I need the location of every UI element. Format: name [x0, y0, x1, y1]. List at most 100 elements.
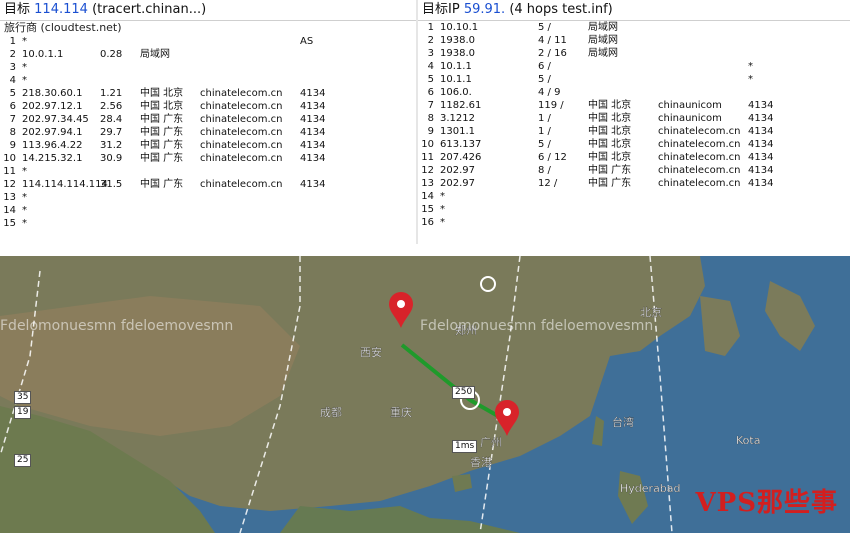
hop-latency: 28.4 — [100, 114, 123, 125]
target-ip-link[interactable]: 59.91. — [464, 2, 505, 17]
traceroute-panel-left: 目标 114.114 (tracert.chinan...) 旅行商 (clou… — [0, 0, 416, 244]
hop-latency: 119 / — [538, 100, 564, 111]
hop-asn: * — [748, 61, 753, 72]
hop-location: 中国 北京 — [140, 88, 184, 99]
hop-number: 7 — [427, 100, 434, 111]
hop-latency: 4 / 11 — [538, 35, 567, 46]
hop-row[interactable]: 9 1301.1 1 / 中国 北京 chinatelecom.cn 4134 — [418, 125, 850, 138]
hop-asn: 4134 — [748, 139, 774, 150]
hop-ip: 202.97.12.1 — [22, 101, 83, 112]
hop-latency: 0.28 — [100, 49, 123, 60]
hop-ip: 1301.1 — [440, 126, 475, 137]
hop-number: 9 — [427, 126, 434, 137]
hop-row[interactable]: 11 * — [0, 165, 416, 178]
hop-asn: * — [748, 74, 753, 85]
place-label: Hyderabad — [620, 482, 681, 495]
overlay-watermark-text: Fdelomonuesmn fdeloemovesmn — [420, 318, 654, 334]
hop-row[interactable]: 7 202.97.34.45 28.4 中国 广东 chinatelecom.cn 413… — [0, 113, 416, 126]
hop-list-left: 1 * AS 2 10.0.1.1 0.28 局域网 3 * 4 * 5 218.30.60.1 1.21… — [0, 35, 416, 230]
title-suffix: (4 hops test.inf) — [509, 2, 613, 17]
hop-row[interactable]: 5 10.1.1 5 / * — [418, 73, 850, 86]
hop-asn: 4134 — [300, 127, 326, 138]
hop-number: 4 — [9, 75, 16, 86]
hop-ip: * — [440, 191, 445, 202]
hop-row[interactable]: 14 * — [0, 204, 416, 217]
hop-location: 局域网 — [588, 35, 618, 46]
hop-number: 5 — [9, 88, 16, 99]
hop-row[interactable]: 2 10.0.1.1 0.28 局域网 — [0, 48, 416, 61]
hop-row[interactable]: 16 * — [418, 216, 850, 229]
hop-row[interactable]: 6 202.97.12.1 2.56 中国 北京 chinatelecom.cn 4134 — [0, 100, 416, 113]
hop-asn: 4134 — [748, 152, 774, 163]
hop-row[interactable]: 10 613.137 5 / 中国 北京 chinatelecom.cn 4134 — [418, 138, 850, 151]
hop-ip: 10.1.1 — [440, 61, 472, 72]
hop-latency: 31.2 — [100, 140, 123, 151]
hop-row[interactable]: 3 1938.0 2 / 16 局域网 — [418, 47, 850, 60]
hop-latency: 1 / — [538, 126, 551, 137]
hop-number: 4 — [427, 61, 434, 72]
hop-location: 中国 广东 — [588, 165, 632, 176]
route-map[interactable]: 北京 郑州 西安 成都 重庆 广州 香港 台湾 Hyderabad Kota Fdelomonue… — [0, 256, 850, 533]
hop-number: 2 — [9, 49, 16, 60]
place-label: 成都 — [320, 406, 342, 419]
hop-row[interactable]: 8 202.97.94.1 29.7 中国 广东 chinatelecom.cn 4134 — [0, 126, 416, 139]
hop-number: 10 — [3, 153, 16, 164]
hop-asn: AS — [300, 36, 314, 47]
hop-row[interactable]: 3 * — [0, 61, 416, 74]
hop-location: 中国 广东 — [140, 179, 184, 190]
hop-ip: 613.137 — [440, 139, 482, 150]
hop-row[interactable]: 11 207.426 6 / 12 中国 北京 chinatelecom.cn 4134 — [418, 151, 850, 164]
hop-row[interactable]: 12 202.97 8 / 中国 广东 chinatelecom.cn 4134 — [418, 164, 850, 177]
hop-row[interactable]: 13 * — [0, 191, 416, 204]
hop-location: 中国 广东 — [140, 127, 184, 138]
hop-row[interactable]: 6 106.0. 4 / 9 — [418, 86, 850, 99]
hop-row[interactable]: 5 218.30.60.1 1.21 中国 北京 chinatelecom.cn 4134 — [0, 87, 416, 100]
hop-row[interactable]: 14 * — [418, 190, 850, 203]
hop-ip: 202.97.34.45 — [22, 114, 89, 125]
hop-row[interactable]: 7 1182.61 119 / 中国 北京 chinaunicom 4134 — [418, 99, 850, 112]
hop-latency: 31.5 — [100, 179, 123, 190]
hop-row[interactable]: 10 14.215.32.1 30.9 中国 广东 chinatelecom.cn 413… — [0, 152, 416, 165]
hop-row[interactable]: 1 * AS — [0, 35, 416, 48]
hop-location: 中国 北京 — [588, 126, 632, 137]
hop-domain: chinatelecom.cn — [200, 127, 283, 138]
hop-row[interactable]: 13 202.97 12 / 中国 广东 chinatelecom.cn 4134 — [418, 177, 850, 190]
hop-number: 14 — [421, 191, 434, 202]
hop-ip: 207.426 — [440, 152, 482, 163]
hop-number: 15 — [3, 218, 16, 229]
hop-asn: 4134 — [300, 114, 326, 125]
site-watermark: VPS那些事 — [695, 488, 838, 518]
latency-label: 1ms — [452, 440, 478, 453]
hop-location: 局域网 — [140, 49, 170, 60]
latency-label: 250 — [452, 386, 476, 399]
hop-asn: 4134 — [300, 179, 326, 190]
hop-row[interactable]: 15 * — [418, 203, 850, 216]
hop-location: 中国 北京 — [588, 100, 632, 111]
hop-number: 5 — [427, 74, 434, 85]
hop-ip: 114.114.114.114 — [22, 179, 108, 190]
hop-row[interactable]: 4 * — [0, 74, 416, 87]
hop-domain: chinatelecom.cn — [658, 152, 741, 163]
hop-row[interactable]: 4 10.1.1 6 / * — [418, 60, 850, 73]
hop-row[interactable]: 9 113.96.4.22 31.2 中国 广东 chinatelecom.cn 4134 — [0, 139, 416, 152]
hop-ip: 10.10.1 — [440, 22, 479, 33]
place-label: 香港 — [470, 456, 492, 469]
target-ip-link[interactable]: 114.114 — [34, 2, 88, 17]
panel-title-left: 目标 114.114 (tracert.chinan...) — [0, 0, 416, 21]
hop-row[interactable]: 15 * — [0, 217, 416, 230]
hop-domain: chinaunicom — [658, 100, 722, 111]
hop-domain: chinatelecom.cn — [200, 101, 283, 112]
hop-row[interactable]: 1 10.10.1 5 / 局域网 — [418, 21, 850, 34]
hop-row[interactable]: 8 3.1212 1 / 中国 北京 chinaunicom 4134 — [418, 112, 850, 125]
hop-number: 1 — [9, 36, 16, 47]
hop-ip: 113.96.4.22 — [22, 140, 83, 151]
hop-asn: 4134 — [748, 100, 774, 111]
hop-latency: 29.7 — [100, 127, 123, 138]
hop-number: 11 — [3, 166, 16, 177]
hop-number: 14 — [3, 205, 16, 216]
hop-row[interactable]: 2 1938.0 4 / 11 局域网 — [418, 34, 850, 47]
hop-row[interactable]: 12 114.114.114.114 31.5 中国 广东 chinatelecom.c… — [0, 178, 416, 191]
hop-number: 8 — [427, 113, 434, 124]
hop-latency: 1.21 — [100, 88, 123, 99]
hop-number: 3 — [427, 48, 434, 59]
